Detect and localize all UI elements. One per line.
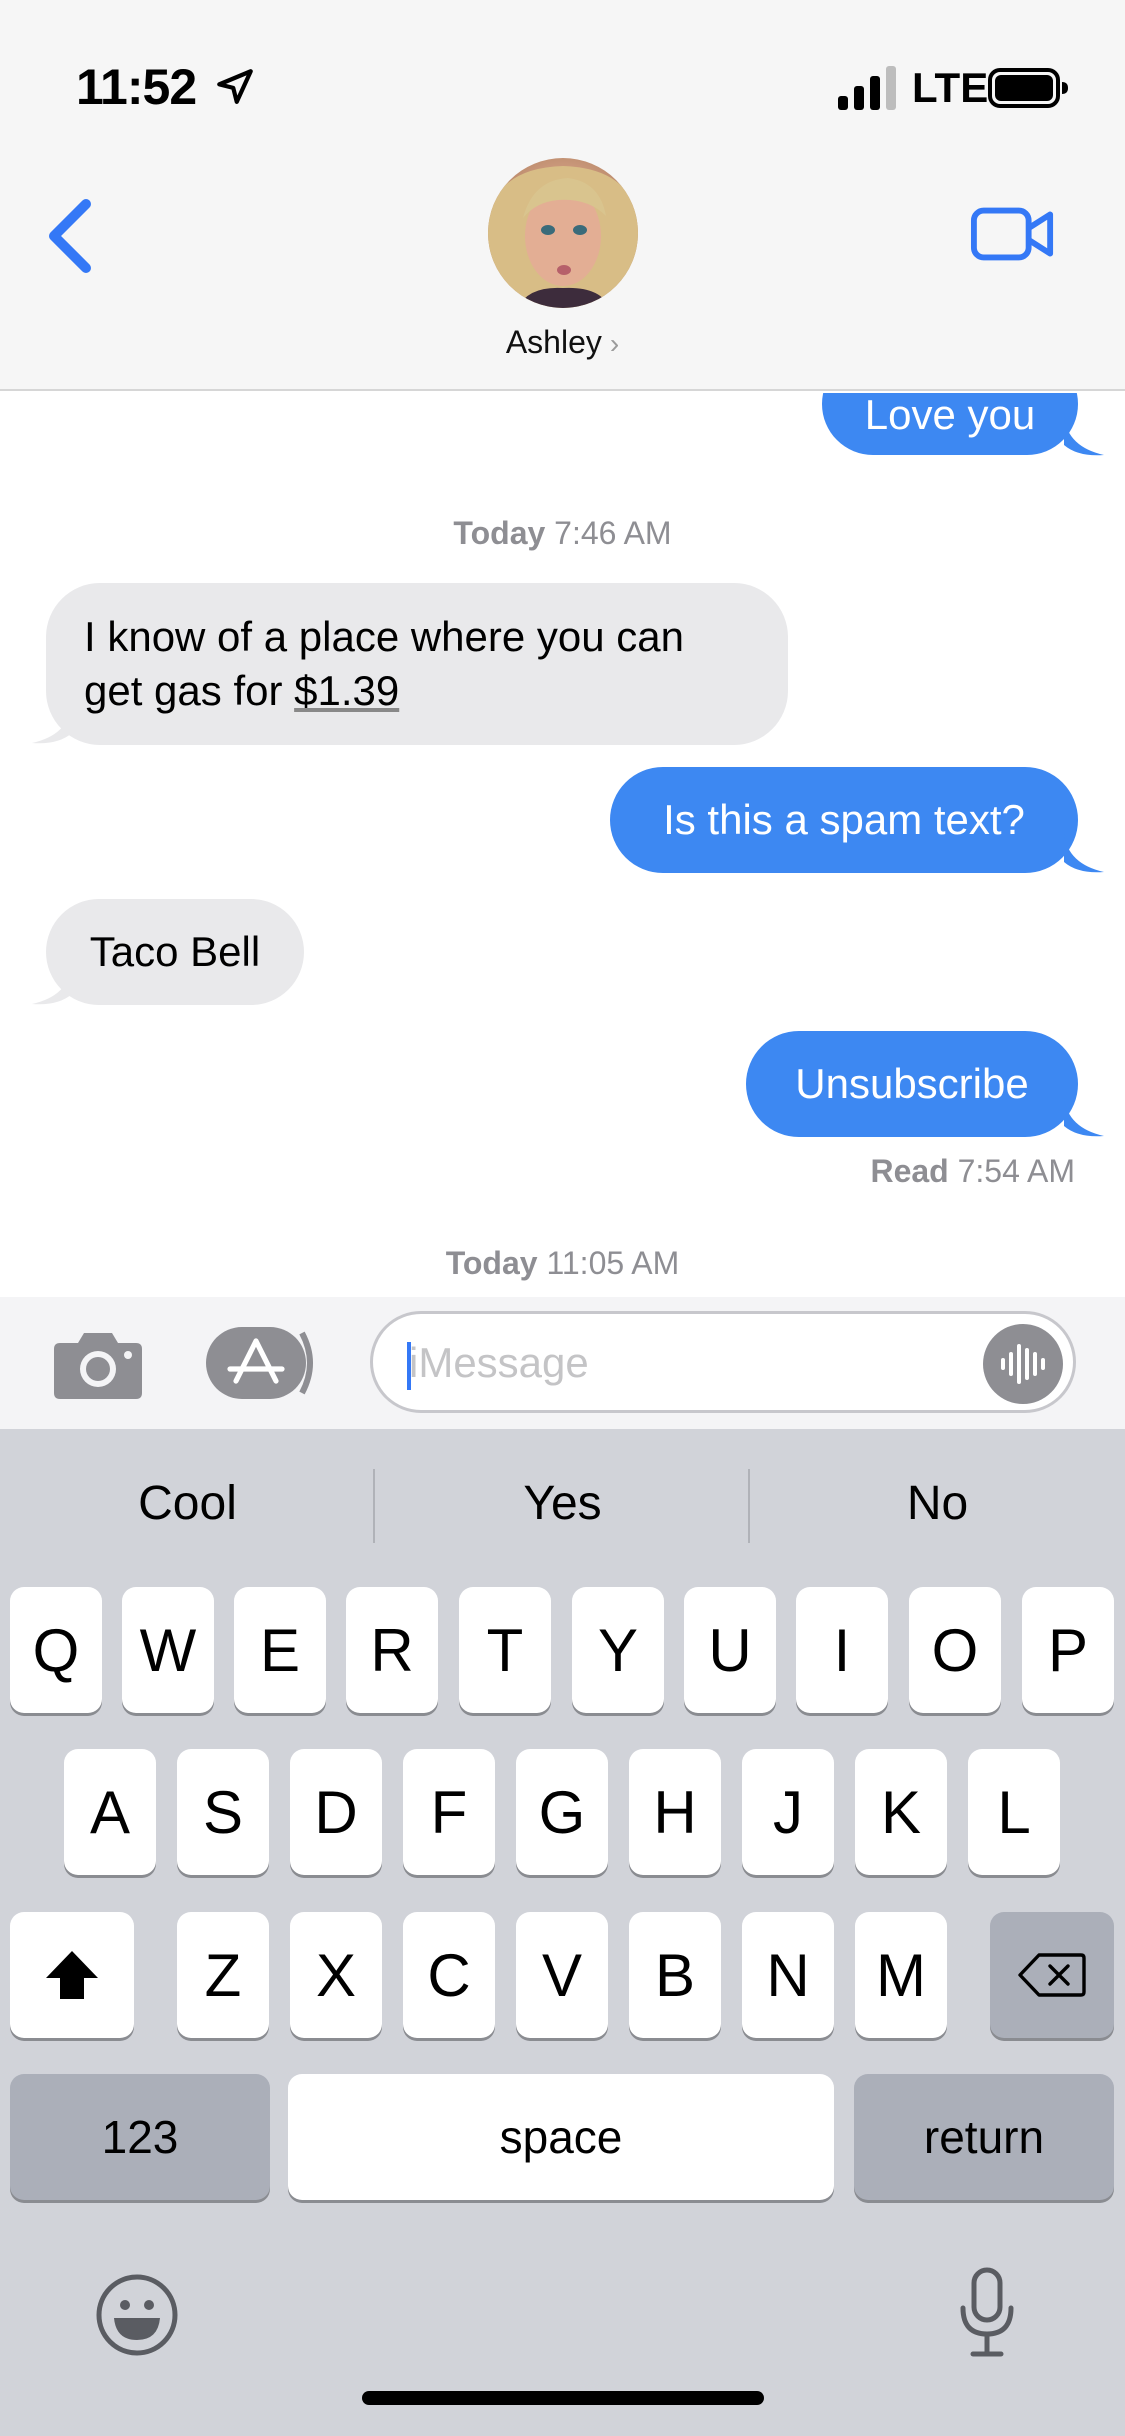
key-c[interactable]: C (403, 1912, 495, 2038)
key-b[interactable]: B (629, 1912, 721, 2038)
message-text: Love you (864, 393, 1036, 438)
space-key[interactable]: space (288, 2074, 834, 2200)
contact-name[interactable]: Ashley › (0, 324, 1125, 361)
battery-icon (988, 68, 1068, 108)
message-bubble-outgoing[interactable]: Love you (822, 393, 1078, 455)
bubble-tail (1064, 1098, 1104, 1137)
location-arrow-icon (217, 69, 253, 104)
camera-icon[interactable] (52, 1327, 144, 1401)
microphone-icon[interactable] (955, 2266, 1019, 2362)
status-time: 11:52 (76, 59, 197, 115)
keyboard: Cool Yes No Q W E R T Y U I O P A S D F … (0, 1429, 1125, 2436)
read-receipt: Read 7:54 AM (870, 1153, 1075, 1190)
price-link[interactable]: $1.39 (294, 667, 399, 714)
shift-key[interactable] (10, 1912, 134, 2038)
key-o[interactable]: O (909, 1587, 1001, 1713)
suggestion-no[interactable]: No (750, 1429, 1125, 1577)
key-y[interactable]: Y (572, 1587, 664, 1713)
key-e[interactable]: E (234, 1587, 326, 1713)
audio-waveform-icon (1001, 1344, 1045, 1384)
contact-chevron-icon: › (609, 328, 620, 359)
text-cursor (407, 1342, 411, 1390)
read-time: 7:54 AM (957, 1153, 1075, 1189)
message-text-line1: I know of a place where you can (84, 613, 685, 660)
key-j[interactable]: J (742, 1749, 834, 1875)
message-text: Is this a spam text? (663, 796, 1025, 843)
key-s[interactable]: S (177, 1749, 269, 1875)
key-h[interactable]: H (629, 1749, 721, 1875)
message-input[interactable] (409, 1332, 989, 1394)
key-k[interactable]: K (855, 1749, 947, 1875)
key-a[interactable]: A (64, 1749, 156, 1875)
key-i[interactable]: I (796, 1587, 888, 1713)
suggestion-yes[interactable]: Yes (375, 1429, 750, 1577)
key-m[interactable]: M (855, 1912, 947, 2038)
compose-bar (0, 1297, 1125, 1429)
key-g[interactable]: G (516, 1749, 608, 1875)
key-l[interactable]: L (968, 1749, 1060, 1875)
bubble-tail (32, 966, 72, 1005)
key-d[interactable]: D (290, 1749, 382, 1875)
timestamp: Today 7:46 AM (0, 515, 1125, 552)
key-w[interactable]: W (122, 1587, 214, 1713)
network-type: LTE (912, 64, 989, 111)
home-indicator[interactable] (362, 2391, 764, 2405)
key-p[interactable]: P (1022, 1587, 1114, 1713)
message-bubble-incoming[interactable]: Taco Bell (46, 899, 304, 1005)
bubble-tail (1064, 417, 1104, 456)
timestamp-time: 7:46 AM (554, 515, 672, 551)
message-bubble-incoming[interactable]: I know of a place where you can get gas … (46, 583, 788, 745)
video-camera-icon[interactable] (970, 204, 1056, 264)
timestamp-day: Today (453, 515, 546, 551)
delete-key[interactable] (990, 1912, 1114, 2038)
key-x[interactable]: X (290, 1912, 382, 2038)
key-t[interactable]: T (459, 1587, 551, 1713)
message-text-prefix: get gas for (84, 667, 295, 714)
return-key[interactable]: return (854, 2074, 1114, 2200)
suggestion-cool[interactable]: Cool (0, 1429, 375, 1577)
key-v[interactable]: V (516, 1912, 608, 2038)
message-text: Taco Bell (89, 928, 261, 975)
key-f[interactable]: F (403, 1749, 495, 1875)
contact-name-label: Ashley (505, 324, 602, 360)
message-list[interactable]: Love you Today 7:46 AM I know of a place… (0, 393, 1125, 1297)
timestamp: Today 11:05 AM (0, 1245, 1125, 1282)
key-n[interactable]: N (742, 1912, 834, 2038)
chevron-left-icon[interactable] (42, 196, 98, 276)
avatar[interactable] (488, 158, 638, 308)
message-input-field[interactable] (370, 1311, 1076, 1413)
message-text: Unsubscribe (795, 1060, 1029, 1107)
timestamp-time: 11:05 AM (546, 1245, 680, 1281)
read-label: Read (870, 1153, 949, 1189)
avatar-photo (488, 166, 638, 308)
app-store-icon[interactable] (206, 1327, 318, 1399)
key-r[interactable]: R (346, 1587, 438, 1713)
bubble-tail (1064, 834, 1104, 873)
shift-arrow-icon (46, 1951, 98, 1999)
message-bubble-outgoing[interactable]: Is this a spam text? (610, 767, 1078, 873)
timestamp-day: Today (445, 1245, 538, 1281)
backspace-icon (1018, 1953, 1086, 1997)
key-z[interactable]: Z (177, 1912, 269, 2038)
message-text-line2: get gas for $1.39 (84, 664, 399, 718)
bubble-tail (32, 705, 72, 744)
key-u[interactable]: U (684, 1587, 776, 1713)
emoji-icon[interactable] (94, 2272, 180, 2358)
numbers-key[interactable]: 123 (10, 2074, 270, 2200)
key-q[interactable]: Q (10, 1587, 102, 1713)
audio-message-button[interactable] (983, 1324, 1063, 1404)
cellular-signal-icon (838, 66, 896, 110)
conversation-header: 11:52 LTE Ashley › (0, 0, 1125, 391)
message-bubble-outgoing[interactable]: Unsubscribe (746, 1031, 1078, 1137)
